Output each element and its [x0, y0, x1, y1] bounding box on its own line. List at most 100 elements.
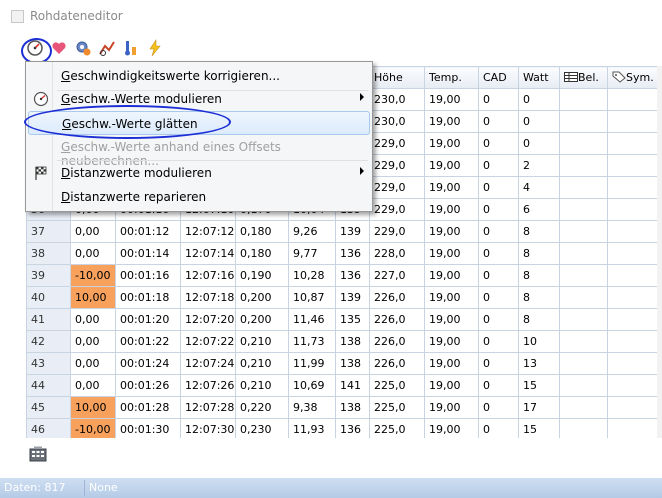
menu-item-modulate-speed[interactable]: Geschw.-Werte modulieren — [28, 87, 370, 111]
menu-item-recalc-offset[interactable]: Geschw.-Werte anhand eines Offsets neube… — [28, 135, 370, 168]
table-cell[interactable]: 15 — [518, 374, 560, 397]
table-cell[interactable]: 225,0 — [369, 396, 425, 419]
table-cell[interactable]: 11,73 — [288, 330, 336, 353]
table-cell[interactable]: 0 — [478, 352, 519, 375]
table-cell[interactable]: 8 — [518, 242, 560, 265]
table-cell[interactable] — [607, 88, 658, 111]
table-cell[interactable]: 0,00 — [70, 308, 116, 331]
table-cell[interactable]: 19,00 — [424, 242, 479, 265]
table-cell[interactable] — [559, 308, 608, 331]
table-cell[interactable]: 0 — [478, 308, 519, 331]
table-cell[interactable]: 0 — [478, 132, 519, 155]
table-cell[interactable] — [559, 220, 608, 243]
table-cell[interactable]: 8 — [518, 286, 560, 309]
table-cell[interactable] — [559, 330, 608, 353]
table-cell[interactable] — [559, 176, 608, 199]
table-cell[interactable]: 19,00 — [424, 154, 479, 177]
table-row[interactable]: 37 0,00 00:01:12 12:07:12 0,180 9,26 139 229,0 1… — [26, 220, 658, 243]
table-cell[interactable]: 0,220 — [235, 396, 289, 419]
table-cell[interactable]: 11,99 — [288, 352, 336, 375]
table-cell[interactable]: 226,0 — [369, 352, 425, 375]
table-cell[interactable] — [607, 154, 658, 177]
table-cell[interactable] — [559, 286, 608, 309]
table-cell[interactable]: 00:01:22 — [115, 330, 181, 353]
table-cell[interactable]: 0 — [478, 110, 519, 133]
table-cell[interactable]: 0,200 — [235, 286, 289, 309]
table-cell[interactable]: 19,00 — [424, 176, 479, 199]
table-cell[interactable]: 00:01:18 — [115, 286, 181, 309]
menu-item-smooth-speed[interactable]: Geschw.-Werte glätten — [28, 111, 370, 135]
table-cell[interactable]: 0,210 — [235, 352, 289, 375]
table-cell[interactable]: 10,28 — [288, 264, 336, 287]
table-cell[interactable]: 9,26 — [288, 220, 336, 243]
cadence-button[interactable] — [96, 37, 118, 59]
table-cell[interactable]: 12:07:24 — [180, 352, 236, 375]
table-cell[interactable]: 229,0 — [369, 220, 425, 243]
table-cell[interactable]: -10,00 — [70, 264, 116, 287]
table-cell[interactable]: 11,46 — [288, 308, 336, 331]
table-cell[interactable] — [559, 198, 608, 221]
table-cell[interactable] — [607, 264, 658, 287]
table-cell[interactable] — [559, 264, 608, 287]
table-cell[interactable]: 12:07:28 — [180, 396, 236, 419]
table-cell[interactable] — [607, 308, 658, 331]
table-cell[interactable]: 226,0 — [369, 330, 425, 353]
temperature-button[interactable] — [120, 37, 142, 59]
table-cell[interactable]: 19,00 — [424, 88, 479, 111]
table-cell[interactable] — [607, 374, 658, 397]
speedometer-button[interactable] — [24, 37, 46, 59]
table-cell[interactable]: 226,0 — [369, 286, 425, 309]
table-cell[interactable]: 230,0 — [369, 88, 425, 111]
table-cell[interactable]: 0 — [478, 176, 519, 199]
table-cell[interactable]: 0,00 — [70, 374, 116, 397]
table-cell[interactable] — [607, 330, 658, 353]
menu-item-correct-speed[interactable]: Geschwindigkeitswerte korrigieren... — [28, 64, 370, 88]
table-cell[interactable]: 10,00 — [70, 396, 116, 419]
table-cell[interactable]: 13 — [518, 352, 560, 375]
table-cell[interactable]: 229,0 — [369, 132, 425, 155]
table-row[interactable]: 44 0,00 00:01:26 12:07:26 0,210 10,69 141 225,0… — [26, 374, 658, 397]
row-number-cell[interactable]: 43 — [26, 352, 71, 375]
table-cell[interactable] — [607, 220, 658, 243]
table-cell[interactable]: 00:01:26 — [115, 374, 181, 397]
table-cell[interactable]: 0,190 — [235, 264, 289, 287]
table-cell[interactable] — [559, 374, 608, 397]
table-cell[interactable]: 8 — [518, 264, 560, 287]
table-cell[interactable]: 19,00 — [424, 264, 479, 287]
table-cell[interactable] — [559, 242, 608, 265]
table-cell[interactable]: 0,210 — [235, 330, 289, 353]
table-cell[interactable]: 10 — [518, 330, 560, 353]
table-cell[interactable] — [559, 88, 608, 111]
table-cell[interactable] — [607, 286, 658, 309]
table-row[interactable]: 39 -10,00 00:01:16 12:07:16 0,190 10,28 136 227… — [26, 264, 658, 287]
menu-item-repair-distance[interactable]: Distanzwerte reparieren — [28, 185, 370, 209]
table-cell[interactable]: 0 — [478, 264, 519, 287]
table-cell[interactable]: 139 — [335, 286, 370, 309]
calculator-icon[interactable] — [29, 446, 47, 462]
table-cell[interactable]: 00:01:28 — [115, 396, 181, 419]
col-header-cad[interactable]: CAD — [478, 66, 519, 89]
table-cell[interactable]: 0 — [478, 88, 519, 111]
table-cell[interactable]: 226,0 — [369, 308, 425, 331]
table-row[interactable]: 40 10,00 00:01:18 12:07:18 0,200 10,87 139 226,… — [26, 286, 658, 309]
table-cell[interactable] — [607, 396, 658, 419]
table-cell[interactable]: 00:01:24 — [115, 352, 181, 375]
table-cell[interactable] — [607, 176, 658, 199]
table-cell[interactable]: 136 — [335, 264, 370, 287]
table-row[interactable]: 43 0,00 00:01:24 12:07:24 0,210 11,99 138 226,0… — [26, 352, 658, 375]
table-cell[interactable]: 0,00 — [70, 220, 116, 243]
table-cell[interactable] — [559, 154, 608, 177]
table-cell[interactable]: 12:07:16 — [180, 264, 236, 287]
table-cell[interactable]: 0 — [478, 242, 519, 265]
row-number-cell[interactable]: 44 — [26, 374, 71, 397]
gear-button[interactable] — [72, 37, 94, 59]
table-cell[interactable]: 0 — [478, 220, 519, 243]
table-cell[interactable]: 228,0 — [369, 242, 425, 265]
table-cell[interactable]: 229,0 — [369, 176, 425, 199]
table-cell[interactable]: 0,00 — [70, 242, 116, 265]
row-number-cell[interactable]: 41 — [26, 308, 71, 331]
table-cell[interactable] — [607, 110, 658, 133]
row-number-cell[interactable]: 40 — [26, 286, 71, 309]
table-cell[interactable]: 0,00 — [70, 352, 116, 375]
table-cell[interactable]: 12:07:12 — [180, 220, 236, 243]
